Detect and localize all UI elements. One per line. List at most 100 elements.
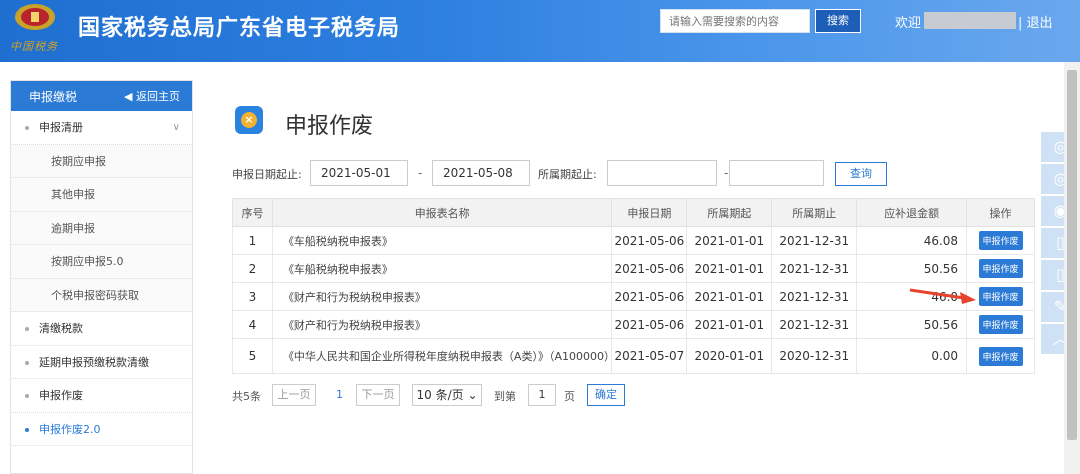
void-declaration-button[interactable]: 申报作废: [978, 315, 1023, 334]
current-page-number[interactable]: 1: [336, 388, 343, 401]
sidebar-item-overdue-declare[interactable]: 逾期申报: [11, 211, 192, 245]
pagination: 共5条 上一页 1 下一页 10 条/页 ⌄ 到第 1 页 确定: [232, 384, 732, 408]
col-header-period-end: 所属期止: [771, 198, 858, 227]
bullet-icon: [25, 327, 29, 331]
cell-amount: 50.56: [856, 310, 968, 339]
query-button[interactable]: 查询: [835, 162, 887, 186]
prev-page-button[interactable]: 上一页: [272, 384, 316, 406]
search-button[interactable]: 搜索: [815, 9, 861, 33]
back-home-link[interactable]: ◀ 返回主页: [124, 88, 180, 104]
cell-amount: 0.00: [856, 338, 968, 374]
sidebar-item-label: 个税申报密码获取: [51, 288, 139, 302]
goto-page-input[interactable]: 1: [528, 384, 556, 406]
sidebar-item-label: 其他申报: [51, 188, 95, 201]
total-count: 共5条: [232, 390, 261, 403]
void-declaration-button[interactable]: 申报作废: [978, 346, 1023, 366]
sidebar-item-label: 逾期申报: [51, 221, 95, 235]
chevron-down-icon: ⌄: [467, 388, 478, 402]
sidebar-item-tax-clearance[interactable]: 清缴税款: [11, 312, 192, 346]
table-row: 1 《车船税纳税申报表》 2021-05-06 2021-01-01 2021-…: [232, 226, 1035, 255]
declare-date-label: 申报日期起止:: [232, 168, 302, 181]
bullet-icon: [25, 427, 29, 432]
cell-declare-date: 2021-05-07: [611, 338, 688, 374]
scrollbar-thumb[interactable]: [1067, 70, 1077, 440]
cell-amount: 50.56: [856, 254, 968, 283]
vertical-scrollbar[interactable]: [1064, 62, 1080, 474]
declare-start-date-input[interactable]: 2021-05-01: [310, 160, 408, 186]
welcome-text: 欢迎: [895, 16, 922, 31]
cell-period-start: 2021-01-01: [686, 282, 773, 311]
cell-no: 5: [232, 338, 273, 374]
sidebar-item-periodic-declare-5[interactable]: 按期应申报5.0: [11, 245, 192, 279]
cell-period-end: 2021-12-31: [771, 226, 858, 255]
void-page-icon: ×: [235, 106, 263, 134]
cell-no: 3: [232, 282, 273, 311]
cell-action: 申报作废: [966, 338, 1035, 374]
sidebar-item-iit-password[interactable]: 个税申报密码获取: [11, 278, 192, 312]
filter-bar: 申报日期起止: 2021-05-01 - 2021-05-08 所属期起止: -…: [232, 160, 1032, 186]
cell-period-start: 2021-01-01: [686, 310, 773, 339]
sidebar-title: 申报缴税: [29, 90, 78, 104]
page-title: 申报作废: [285, 114, 374, 139]
cell-name: 《中华人民共和国企业所得税年度纳税申报表（A类）》（A100000）: [271, 338, 615, 374]
sidebar-item-other-declare[interactable]: 其他申报: [11, 178, 192, 212]
cell-period-start: 2021-01-01: [686, 254, 773, 283]
confirm-goto-button[interactable]: 确定: [587, 384, 625, 406]
bullet-icon: [25, 360, 29, 365]
bullet-icon: [25, 126, 29, 130]
logout-link[interactable]: | 退出: [1018, 12, 1053, 31]
range-dash: -: [418, 166, 423, 180]
username-redacted: [924, 12, 1016, 29]
col-header-period-start: 所属期起: [686, 198, 773, 227]
cell-period-start: 2020-01-01: [686, 338, 773, 374]
cell-no: 4: [232, 310, 273, 339]
range-dash: -: [724, 166, 729, 180]
cell-declare-date: 2021-05-06: [611, 254, 688, 283]
cell-no: 2: [232, 254, 273, 283]
sidebar-item-label: 申报作废: [39, 389, 83, 402]
sidebar-header: 申报缴税 ◀ 返回主页: [11, 81, 192, 111]
sidebar-item-label: 申报清册: [39, 121, 83, 134]
sidebar-item-label: 按期应申报: [51, 154, 106, 168]
cell-name: 《车船税纳税申报表》: [271, 226, 613, 255]
col-header-amount: 应补退金额: [856, 198, 968, 227]
red-pointer-arrow-icon: [909, 288, 976, 304]
top-header: 中国税务 国家税务总局广东省电子税务局 搜索 欢迎 | 退出: [0, 0, 1080, 62]
sidebar-item-label: 清缴税款: [39, 322, 83, 335]
cell-action: 申报作废: [966, 226, 1035, 255]
page-size-select[interactable]: 10 条/页 ⌄: [412, 384, 482, 406]
period-label: 所属期起止:: [538, 168, 597, 181]
cell-period-end: 2021-12-31: [771, 310, 858, 339]
next-page-button[interactable]: 下一页: [356, 384, 400, 406]
goto-label: 到第: [494, 390, 516, 403]
sidebar-item-declaration-list[interactable]: 申报清册 ∨: [11, 111, 192, 145]
declare-end-date-input[interactable]: 2021-05-08: [432, 160, 530, 186]
period-start-input[interactable]: [607, 160, 717, 186]
search-input[interactable]: [660, 9, 810, 33]
table-header-row: 序号 申报表名称 申报日期 所属期起 所属期止 应补退金额 操作: [232, 198, 1035, 227]
cell-declare-date: 2021-05-06: [611, 282, 688, 311]
cell-period-end: 2020-12-31: [771, 338, 858, 374]
cell-declare-date: 2021-05-06: [611, 226, 688, 255]
site-title: 国家税务总局广东省电子税务局: [78, 16, 401, 41]
main-panel: × 申报作废 申报日期起止: 2021-05-01 - 2021-05-08 所…: [215, 80, 1055, 474]
sidebar-item-declare-void-2[interactable]: 申报作废2.0: [11, 413, 192, 446]
page-size-value: 10 条/页: [416, 388, 464, 402]
table-row: 5 《中华人民共和国企业所得税年度纳税申报表（A类）》（A100000） 202…: [232, 338, 1035, 374]
sidebar-item-label: 延期申报预缴税款清缴: [39, 355, 149, 369]
cell-action: 申报作废: [966, 254, 1035, 283]
void-declaration-button[interactable]: 申报作废: [978, 287, 1023, 306]
sidebar-item-deferred-clearance[interactable]: 延期申报预缴税款清缴: [11, 346, 192, 379]
chevron-down-icon: ∨: [172, 122, 180, 133]
void-declaration-button[interactable]: 申报作废: [978, 231, 1023, 250]
sidebar-item-label: 按期应申报5.0: [51, 255, 124, 268]
cell-name: 《车船税纳税申报表》: [271, 254, 613, 283]
cell-name: 《财产和行为税纳税申报表》: [271, 282, 613, 311]
sidebar-item-periodic-declare[interactable]: 按期应申报: [11, 144, 192, 178]
table-row: 2 《车船税纳税申报表》 2021-05-06 2021-01-01 2021-…: [232, 254, 1035, 283]
period-end-input[interactable]: [729, 160, 824, 186]
void-declaration-button[interactable]: 申报作废: [978, 259, 1023, 278]
sidebar-item-declare-void[interactable]: 申报作废: [11, 379, 192, 413]
cell-amount: 46.08: [856, 226, 968, 255]
cell-period-start: 2021-01-01: [686, 226, 773, 255]
